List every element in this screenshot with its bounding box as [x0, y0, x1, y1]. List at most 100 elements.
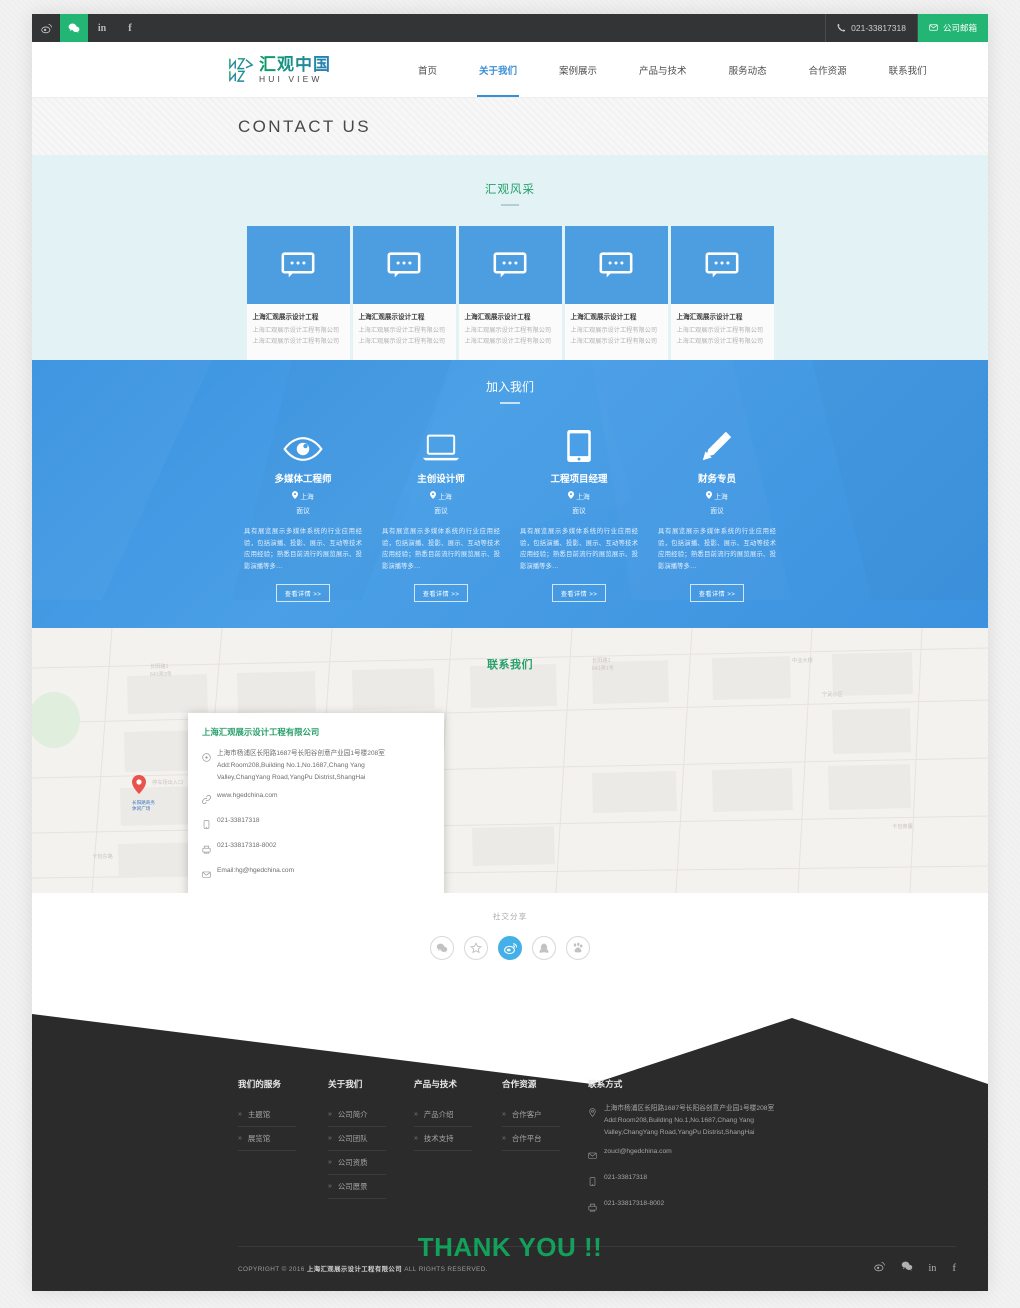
job-description: 具有展览展示多媒体系统的行业应用经验，包括演播、投影、展示、互动等技术应用经验；…	[520, 527, 638, 571]
favorite-star-icon[interactable]	[464, 936, 488, 961]
footer-link[interactable]: » 公司简介	[328, 1103, 386, 1128]
job-location: 上海	[242, 490, 364, 501]
linkedin-icon[interactable]: in	[88, 14, 116, 42]
footer-address-en2: Valley,ChangYang Road,YangPu Distrist,Sh…	[604, 1129, 755, 1137]
job-location: 上海	[518, 490, 640, 501]
contact-fax-row: 021-33817318-8002	[202, 840, 430, 859]
social-share-icons	[32, 936, 988, 961]
copyright-text: COPYRIGHT © 2016 上海汇观展示设计工程有限公司 ALL RIGH…	[238, 1264, 488, 1273]
nav-item-about-us[interactable]: 关于我们	[458, 42, 538, 98]
nav-item-cases[interactable]: 案例展示	[538, 42, 618, 97]
job-detail-button[interactable]: 查看详情 >>	[275, 584, 331, 603]
contact-address-cn: 上海市杨浦区长阳路1687号长阳谷创意产业园1号楼208室	[217, 750, 385, 758]
join-us-title-underline	[500, 401, 520, 404]
qq-icon[interactable]	[532, 936, 556, 961]
nav-item-contact[interactable]: 联系我们	[868, 42, 948, 97]
job-detail-button[interactable]: 查看详情 >>	[413, 584, 469, 603]
job-detail-button[interactable]: 查看详情 >>	[689, 584, 745, 603]
svg-text:卡包商厦: 卡包商厦	[892, 822, 913, 830]
footer-link-label: 公司简介	[337, 1110, 368, 1120]
job-detail-button[interactable]: 查看详情 >>	[551, 584, 607, 603]
job-location: 上海	[380, 490, 502, 501]
fax-icon	[202, 840, 211, 859]
map-marker-label: 长阳路商务 休闲广场	[132, 800, 155, 812]
copyright-company: 上海汇观展示设计工程有限公司	[306, 1265, 403, 1273]
footer-link[interactable]: » 公司愿景	[328, 1175, 386, 1200]
contact-email-text: Email:hg@hgedchina.com	[217, 867, 295, 875]
location-pin-icon	[706, 490, 713, 501]
job-card: 主创设计师 上海 面议 具有展览展示多媒体系统的行业应用经验，包括演播、投影、展…	[372, 426, 510, 603]
footer-column-services: 我们的服务 » 主题馆 » 展览馆	[238, 1078, 328, 1224]
linkedin-icon[interactable]: in	[929, 1263, 937, 1274]
contact-email-row[interactable]: Email:hg@hgedchina.com	[202, 865, 430, 884]
topbar-phone[interactable]: 021-33817318	[825, 14, 918, 42]
location-pin-icon	[430, 490, 437, 501]
chevron-right-icon: »	[328, 1111, 332, 1119]
chevron-right-icon: »	[414, 1111, 418, 1119]
footer-link-label: 公司资质	[337, 1158, 368, 1168]
map-section-title: 联系我们	[487, 659, 533, 672]
card-line-2: 上海汇观展示设计工程有限公司	[570, 337, 658, 345]
footer-address-text: 上海市杨浦区长阳路1687号长阳谷创意产业园1号楼208室 Add:Room20…	[604, 1103, 774, 1139]
facebook-icon[interactable]: f	[952, 1262, 956, 1274]
nav-item-news[interactable]: 服务动态	[708, 42, 788, 97]
nav-item-products[interactable]: 产品与技术	[618, 42, 708, 97]
card-line-2: 上海汇观展示设计工程有限公司	[358, 337, 446, 345]
location-pin-icon	[292, 490, 299, 501]
join-us-heading: 加入我们	[32, 378, 988, 404]
job-card: 多媒体工程师 上海 面议 具有展览展示多媒体系统的行业应用经验，包括演播、投影、…	[234, 426, 372, 603]
envelope-icon	[202, 865, 211, 884]
showcase-card[interactable]: 上海汇观展示设计工程 上海汇观展示设计工程有限公司 上海汇观展示设计工程有限公司	[352, 226, 456, 360]
contact-address-en2: Valley,ChangYang Road,YangPu Distrist,Sh…	[217, 774, 366, 782]
phone-icon	[837, 23, 846, 34]
company-email-label: 公司邮箱	[942, 23, 977, 33]
baidu-icon[interactable]	[566, 936, 590, 961]
contact-website-row[interactable]: www.hgedchina.com	[202, 790, 430, 809]
footer-link[interactable]: » 合作客户	[502, 1103, 560, 1128]
fax-icon	[588, 1198, 597, 1217]
footer-link[interactable]: » 公司资质	[328, 1151, 386, 1176]
facebook-icon[interactable]: f	[116, 14, 144, 42]
nav-item-partners[interactable]: 合作资源	[788, 42, 868, 97]
footer-column-about: 关于我们 » 公司简介 » 公司团队 » 公司资质 » 公司愿景	[328, 1078, 414, 1224]
footer-tel-text: 021-33817318	[604, 1174, 648, 1182]
job-description: 具有展览展示多媒体系统的行业应用经验，包括演播、投影、展示、互动等技术应用经验；…	[244, 527, 362, 571]
footer-link[interactable]: » 主题馆	[238, 1103, 296, 1128]
showcase-card[interactable]: 上海汇观展示设计工程 上海汇观展示设计工程有限公司 上海汇观展示设计工程有限公司	[458, 226, 562, 360]
footer-link[interactable]: » 展览馆	[238, 1127, 296, 1152]
chevron-right-icon: »	[414, 1135, 418, 1143]
mobile-phone-icon	[202, 815, 211, 834]
card-image	[670, 226, 774, 304]
site-logo[interactable]: 汇观中国 HUI VIEW	[228, 56, 331, 84]
footer-email-text: zoucl@hgedchina.com	[604, 1148, 672, 1156]
company-email-button[interactable]: 公司邮箱	[917, 14, 988, 42]
footer-link[interactable]: » 技术支持	[414, 1127, 472, 1152]
showcase-card[interactable]: 上海汇观展示设计工程 上海汇观展示设计工程有限公司 上海汇观展示设计工程有限公司	[564, 226, 668, 360]
tablet-icon	[518, 426, 640, 462]
footer-link-label: 公司团队	[337, 1134, 368, 1144]
map-section[interactable]: 长阳路1 641弄3号 长阳路1 641弄1号 中业大楼 宁武小区 停车场出入口 卡包…	[32, 628, 988, 894]
chevron-right-icon: »	[328, 1159, 332, 1167]
weibo-icon[interactable]	[498, 936, 522, 961]
copyright-suffix: ALL RIGHTS RESERVED.	[402, 1265, 488, 1273]
laptop-icon	[380, 426, 502, 462]
wechat-icon[interactable]	[430, 936, 454, 961]
weibo-icon[interactable]	[32, 14, 60, 42]
job-card: 工程项目经理 上海 面议 具有展览展示多媒体系统的行业应用经验，包括演播、投影、…	[510, 426, 648, 603]
card-line-1: 上海汇观展示设计工程有限公司	[464, 327, 552, 334]
footer-email-row[interactable]: zoucl@hgedchina.com	[588, 1146, 818, 1165]
footer-link[interactable]: » 合作平台	[502, 1127, 560, 1152]
topbar-phone-text: 021-33817318	[851, 23, 906, 33]
nav-item-home[interactable]: 首页	[397, 42, 458, 97]
job-list: 多媒体工程师 上海 面议 具有展览展示多媒体系统的行业应用经验，包括演播、投影、…	[32, 426, 988, 603]
footer-column-products: 产品与技术 » 产品介绍 » 技术支持	[414, 1078, 502, 1224]
showcase-card[interactable]: 上海汇观展示设计工程 上海汇观展示设计工程有限公司 上海汇观展示设计工程有限公司	[246, 226, 350, 360]
map-marker-pin[interactable]: 长阳路商务 休闲广场	[132, 775, 155, 812]
job-card: 财务专员 上海 面议 具有展览展示多媒体系统的行业应用经验，包括演播、投影、展示…	[648, 426, 786, 603]
footer-link[interactable]: » 产品介绍	[414, 1103, 472, 1128]
footer-column-heading: 我们的服务	[238, 1079, 281, 1090]
footer-link[interactable]: » 公司团队	[328, 1127, 386, 1152]
showcase-card[interactable]: 上海汇观展示设计工程 上海汇观展示设计工程有限公司 上海汇观展示设计工程有限公司	[670, 226, 774, 360]
job-title: 主创设计师	[417, 473, 465, 485]
wechat-icon[interactable]	[60, 14, 88, 42]
